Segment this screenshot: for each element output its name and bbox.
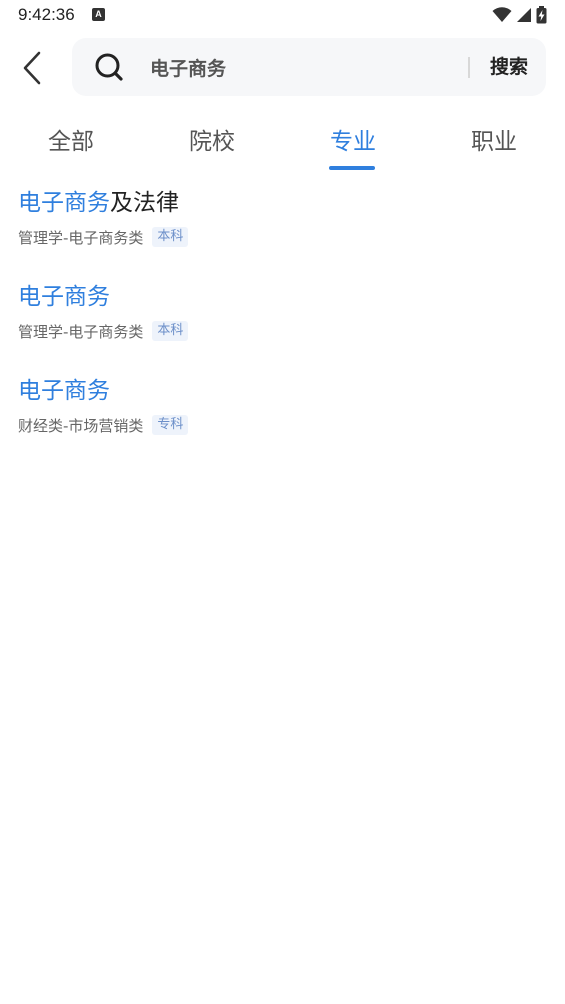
tab-schools[interactable]: 院校: [172, 122, 252, 156]
tab-careers[interactable]: 职业: [454, 122, 534, 156]
result-category-path: 管理学-电子商务类: [18, 228, 144, 247]
signal-icon: [517, 8, 531, 22]
active-tab-indicator: [329, 166, 375, 170]
result-meta: 管理学-电子商务类 本科: [18, 226, 538, 248]
degree-badge: 本科: [152, 227, 189, 247]
tab-majors[interactable]: 专业: [313, 122, 393, 156]
list-item[interactable]: 电子商务 管理学-电子商务类 本科: [18, 282, 538, 342]
tab-all[interactable]: 全部: [31, 122, 111, 156]
result-title-highlight: 电子商务: [18, 190, 110, 216]
search-input[interactable]: [150, 54, 450, 80]
result-category-path: 管理学-电子商务类: [18, 322, 144, 341]
search-divider: [468, 57, 470, 78]
notification-icon: A: [92, 8, 105, 21]
search-icon: [95, 53, 123, 81]
result-title-highlight: 电子商务: [18, 284, 110, 310]
result-category-path: 财经类-市场营销类: [18, 416, 144, 435]
degree-badge: 本科: [152, 321, 189, 341]
chevron-left-icon: [23, 51, 41, 85]
result-title: 电子商务: [18, 282, 538, 312]
result-title: 电子商务及法律: [18, 188, 538, 218]
back-button[interactable]: [14, 48, 50, 88]
category-tabs: 全部 院校 专业 职业: [0, 118, 565, 174]
degree-badge: 专科: [152, 415, 189, 435]
result-meta: 管理学-电子商务类 本科: [18, 320, 538, 342]
result-title-highlight: 电子商务: [18, 378, 110, 404]
list-item[interactable]: 电子商务 财经类-市场营销类 专科: [18, 376, 538, 436]
search-button[interactable]: 搜索: [480, 54, 538, 80]
status-time: 9:42:36: [18, 5, 75, 24]
result-title-rest: 及法律: [110, 190, 179, 216]
result-title: 电子商务: [18, 376, 538, 406]
list-item[interactable]: 电子商务及法律 管理学-电子商务类 本科: [18, 188, 538, 248]
status-bar: 9:42:36 A: [0, 0, 565, 30]
search-bar: 搜索: [72, 38, 546, 96]
battery-charging-icon: [536, 6, 547, 24]
wifi-icon: [492, 7, 512, 22]
result-meta: 财经类-市场营销类 专科: [18, 414, 538, 436]
status-icons: [492, 6, 547, 24]
